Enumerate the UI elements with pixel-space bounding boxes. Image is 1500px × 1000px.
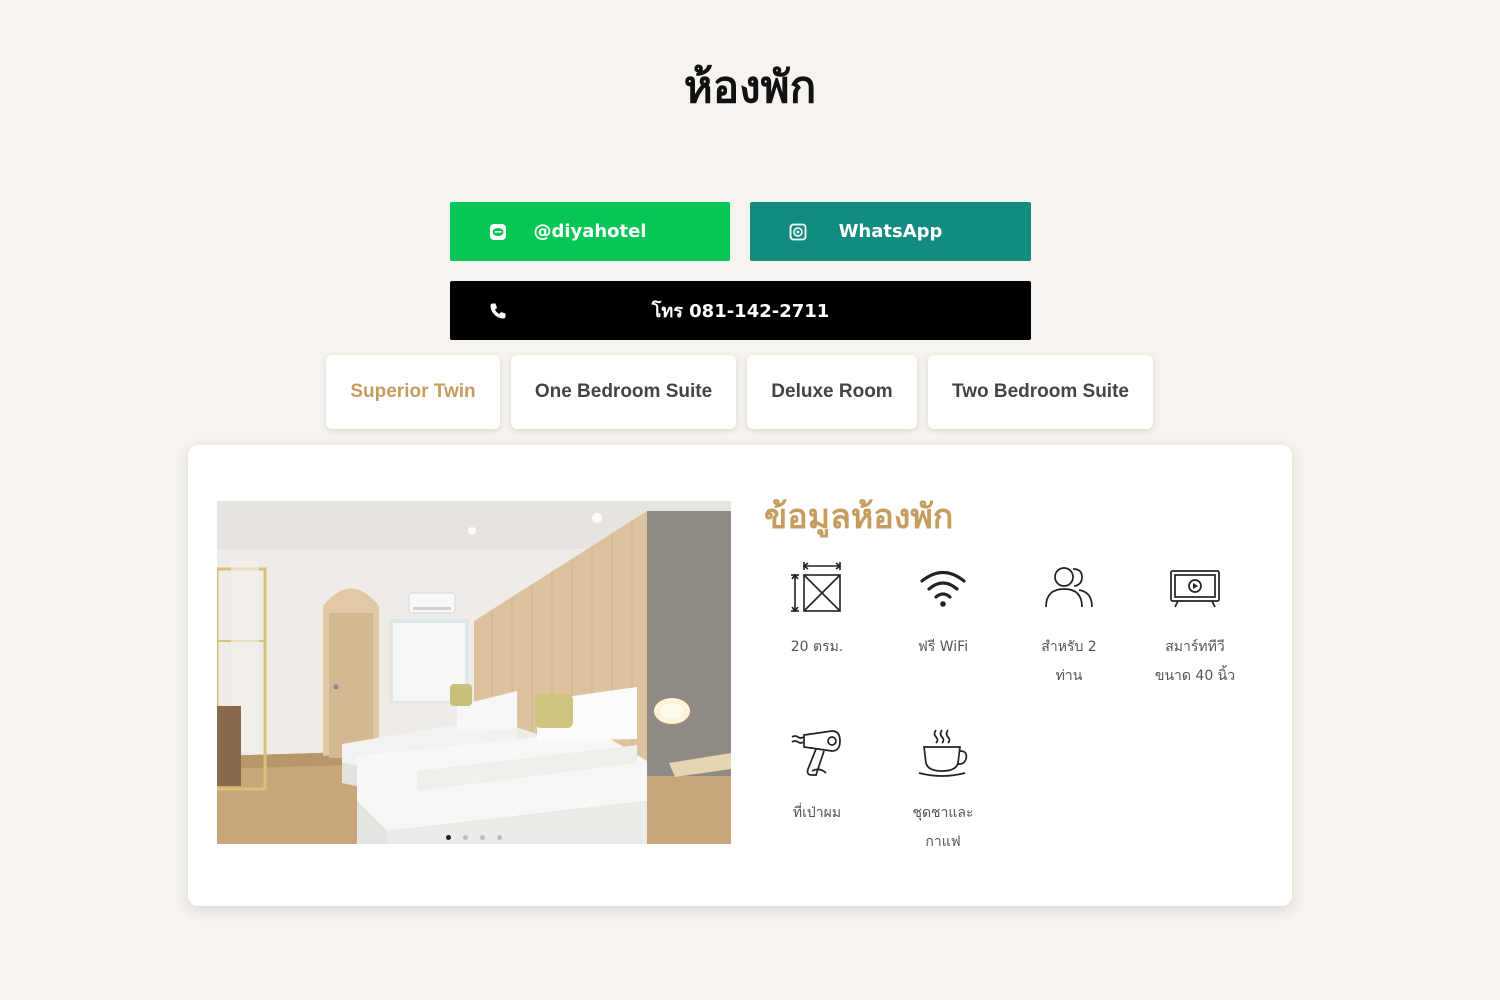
amenity-label: 20 ตรม. [790,639,844,655]
room-info-title: ข้อมูลห้องพัก [764,497,954,537]
whatsapp-button[interactable]: WhatsApp [750,202,1031,261]
amenity-label: ที่เป่าผม [792,805,842,821]
room-photo-carousel[interactable] [217,501,731,844]
amenity-wifi: ฟรี WiFi [880,561,1006,662]
carousel-dot[interactable] [497,835,502,840]
tab-two-bedroom-suite[interactable]: Two Bedroom Suite [928,355,1153,429]
amenity-label-2: ขนาด 40 นิ้ว [1154,668,1236,684]
line-button[interactable]: @diyahotel [450,202,730,261]
tab-one-bedroom-suite[interactable]: One Bedroom Suite [511,355,736,429]
page-title: ห้องพัก [683,62,817,113]
carousel-dot[interactable] [480,835,485,840]
wifi-icon [920,570,966,607]
guests-icon [1045,567,1093,608]
amenity-label-2: ท่าน [1055,668,1083,684]
amenity-label: สมาร์ททีวี [1165,639,1225,655]
coffee-cup-icon [918,729,968,777]
amenity-room-size: 20 ตรม. [754,561,880,662]
amenity-hair-dryer: ที่เป่าผม [754,727,880,828]
amenity-label-2: กาแฟ [925,834,961,850]
call-button-label: โทร 081-142-2711 [651,301,830,322]
amenity-label: สำหรับ 2 [1041,639,1097,655]
room-size-icon [791,562,842,613]
amenity-smart-tv: สมาร์ททีวี ขนาด 40 นิ้ว [1132,561,1258,691]
hair-dryer-icon [791,730,841,776]
whatsapp-button-label: WhatsApp [838,221,943,242]
room-info-card: ข้อมูลห้องพัก 20 ตรม. ฟรี WiFi สำหรับ 2 … [188,445,1292,906]
amenity-tea-coffee: ชุดชาและ กาแฟ [880,727,1006,857]
carousel-dot[interactable] [446,835,451,840]
line-icon [490,224,506,240]
tab-superior-twin[interactable]: Superior Twin [326,355,500,429]
amenity-label: ชุดชาและ [912,805,974,821]
whatsapp-icon [789,223,807,241]
smart-tv-icon [1170,570,1220,608]
carousel-dots [217,835,731,840]
line-button-label: @diyahotel [533,221,647,242]
carousel-dot[interactable] [463,835,468,840]
amenity-guests: สำหรับ 2 ท่าน [1006,561,1132,691]
amenity-label: ฟรี WiFi [917,639,969,655]
phone-icon [490,303,506,319]
room-photo [217,501,731,844]
tab-deluxe-room[interactable]: Deluxe Room [747,355,917,429]
call-button[interactable]: โทร 081-142-2711 [450,281,1031,340]
